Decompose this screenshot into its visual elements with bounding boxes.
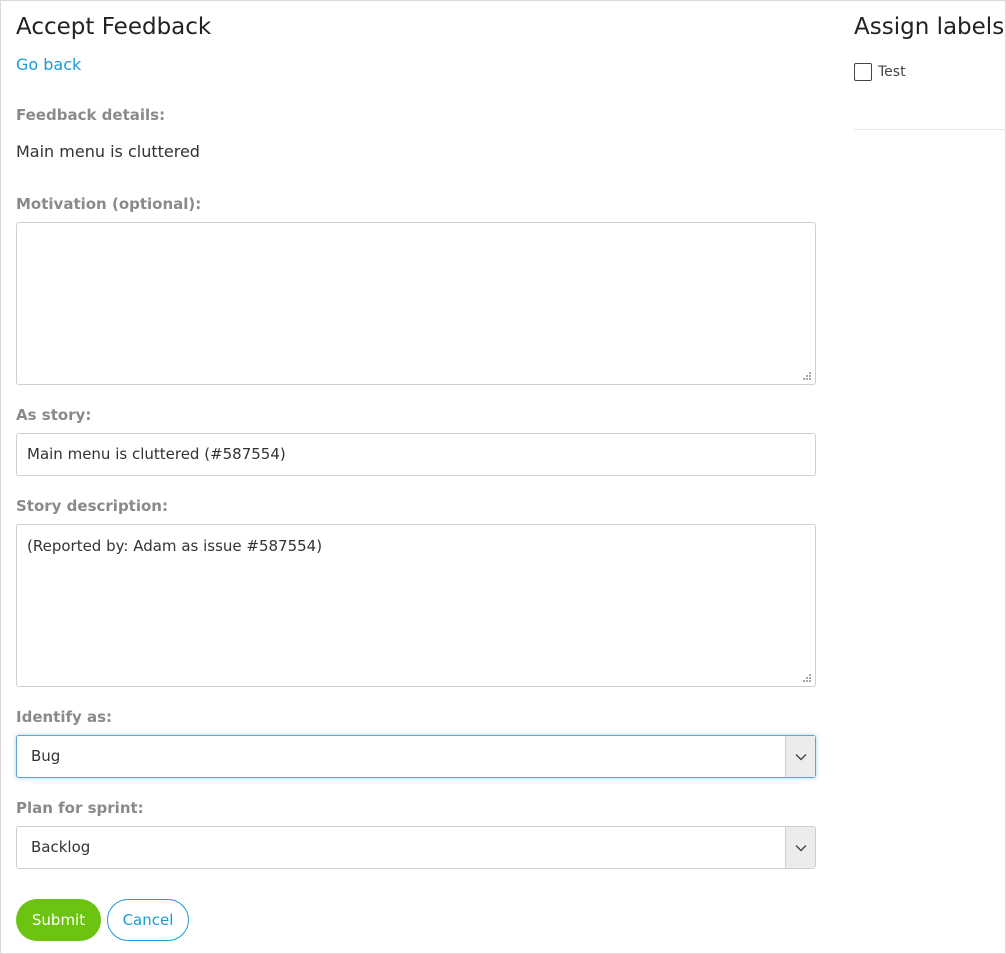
label-option-test[interactable]: Test <box>854 63 906 81</box>
go-back-link[interactable]: Go back <box>16 55 81 74</box>
chevron-down-icon[interactable] <box>785 736 815 777</box>
story-description-value: (Reported by: Adam as issue #587554) <box>27 537 323 555</box>
resize-grip-icon[interactable] <box>801 370 811 380</box>
label-option-text: Test <box>878 64 906 80</box>
motivation-label: Motivation (optional): <box>16 195 202 213</box>
as-story-value: Main menu is cluttered (#587554) <box>27 445 286 463</box>
cancel-button[interactable]: Cancel <box>107 899 189 941</box>
submit-button[interactable]: Submit <box>16 899 101 941</box>
plan-for-sprint-label: Plan for sprint: <box>16 799 144 817</box>
resize-grip-icon[interactable] <box>801 672 811 682</box>
story-description-label: Story description: <box>16 497 168 515</box>
divider <box>854 129 1006 130</box>
feedback-details-value: Main menu is cluttered <box>16 142 200 161</box>
page-title: Accept Feedback <box>16 14 212 40</box>
assign-labels-title: Assign labels <box>854 14 1005 40</box>
identify-as-label: Identify as: <box>16 708 113 726</box>
identify-as-select[interactable]: Bug <box>16 735 816 778</box>
story-description-textarea[interactable]: (Reported by: Adam as issue #587554) <box>16 524 816 687</box>
feedback-details-label: Feedback details: <box>16 106 166 124</box>
plan-for-sprint-selected: Backlog <box>31 838 91 856</box>
chevron-down-icon[interactable] <box>785 827 815 868</box>
label-checkbox[interactable] <box>854 63 872 81</box>
as-story-input[interactable]: Main menu is cluttered (#587554) <box>16 433 816 476</box>
identify-as-selected: Bug <box>31 747 61 765</box>
motivation-textarea[interactable] <box>16 222 816 385</box>
plan-for-sprint-select[interactable]: Backlog <box>16 826 816 869</box>
as-story-label: As story: <box>16 406 92 424</box>
